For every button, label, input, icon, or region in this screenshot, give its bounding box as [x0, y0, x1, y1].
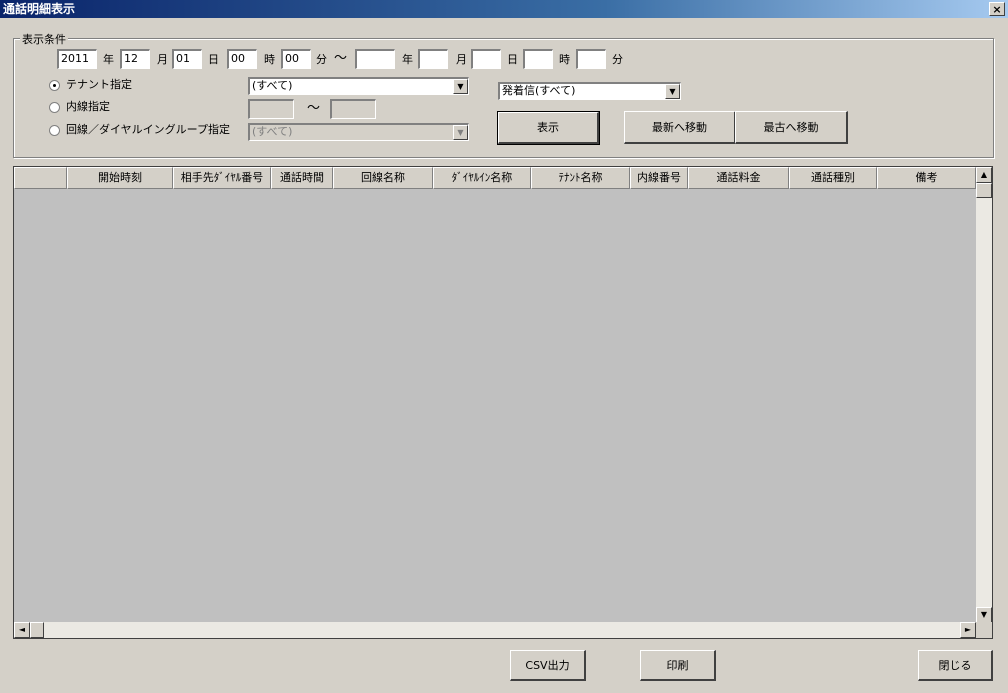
from-hour-input[interactable]: 00	[227, 49, 257, 69]
to-hour-unit: 時	[559, 53, 570, 66]
direction-select[interactable]: 発着信(すべて) ▼	[498, 82, 681, 100]
from-year-input[interactable]: 2011	[57, 49, 97, 69]
extension-tilde: ～	[307, 101, 321, 116]
column-header-start-time[interactable]: 開始時刻	[67, 167, 173, 189]
latest-button[interactable]: 最新へ移動	[624, 111, 736, 144]
column-header-dialin-name[interactable]: ﾀﾞｲﾔﾙｲﾝ名称	[433, 167, 531, 189]
from-day-input[interactable]: 01	[172, 49, 202, 69]
to-hour-input[interactable]	[523, 49, 553, 69]
from-minute-unit: 分	[316, 53, 327, 66]
to-month-input[interactable]	[418, 49, 448, 69]
line-group-select-value: (すべて)	[252, 125, 293, 138]
from-month-unit: 月	[157, 53, 168, 66]
to-year-input[interactable]	[355, 49, 395, 69]
from-day-unit: 日	[208, 53, 219, 66]
tenant-select[interactable]: (すべて) ▼	[248, 77, 469, 95]
column-header-remarks[interactable]: 備考	[877, 167, 976, 189]
column-header-call-type[interactable]: 通話種別	[789, 167, 877, 189]
chevron-down-icon[interactable]: ▼	[453, 125, 468, 140]
chevron-down-icon[interactable]: ▼	[665, 84, 680, 99]
column-header-line-name[interactable]: 回線名称	[333, 167, 433, 189]
horizontal-scroll-thumb[interactable]	[30, 622, 44, 638]
column-header-row-select[interactable]	[14, 167, 67, 189]
tenant-label: テナント指定	[66, 78, 132, 91]
call-detail-grid[interactable]: 開始時刻 相手先ﾀﾞｲﾔﾙ番号 通話時間 回線名称 ﾀﾞｲﾔﾙｲﾝ名称 ﾃﾅﾝﾄ…	[13, 166, 993, 639]
tenant-select-value: (すべて)	[252, 79, 293, 92]
window-title: 通話明細表示	[3, 2, 76, 16]
horizontal-scrollbar[interactable]: ◄ ►	[14, 622, 976, 638]
to-day-input[interactable]	[471, 49, 501, 69]
range-tilde: ～	[334, 51, 348, 66]
to-minute-input[interactable]	[576, 49, 606, 69]
extension-to-input[interactable]	[330, 99, 376, 119]
scrollbar-corner	[976, 622, 992, 638]
scroll-right-icon[interactable]: ►	[960, 622, 976, 638]
scroll-down-icon[interactable]: ▼	[976, 607, 992, 623]
scroll-up-icon[interactable]: ▲	[976, 167, 992, 183]
vertical-scrollbar[interactable]: ▲ ▼	[976, 167, 992, 623]
close-button[interactable]: 閉じる	[918, 650, 993, 681]
close-icon: ×	[992, 3, 1002, 16]
from-hour-unit: 時	[264, 53, 275, 66]
extension-label: 内線指定	[66, 100, 110, 113]
grid-header: 開始時刻 相手先ﾀﾞｲﾔﾙ番号 通話時間 回線名称 ﾀﾞｲﾔﾙｲﾝ名称 ﾃﾅﾝﾄ…	[14, 167, 976, 189]
from-minute-input[interactable]: 00	[281, 49, 311, 69]
oldest-button[interactable]: 最古へ移動	[735, 111, 848, 144]
extension-from-input[interactable]	[248, 99, 294, 119]
to-minute-unit: 分	[612, 53, 623, 66]
scroll-left-icon[interactable]: ◄	[14, 622, 30, 638]
print-button[interactable]: 印刷	[640, 650, 716, 681]
tenant-radio[interactable]	[49, 80, 60, 91]
close-window-button[interactable]: ×	[989, 2, 1005, 16]
extension-radio[interactable]	[49, 102, 60, 113]
column-header-dial-number[interactable]: 相手先ﾀﾞｲﾔﾙ番号	[173, 167, 271, 189]
from-month-input[interactable]: 12	[120, 49, 150, 69]
line-group-label: 回線／ダイヤルイングループ指定	[66, 123, 231, 136]
column-header-extension[interactable]: 内線番号	[630, 167, 688, 189]
chevron-down-icon[interactable]: ▼	[453, 79, 468, 94]
csv-export-button[interactable]: CSV出力	[510, 650, 586, 681]
conditions-legend: 表示条件	[20, 31, 68, 47]
line-group-select[interactable]: (すべて) ▼	[248, 123, 469, 141]
title-bar: 通話明細表示 ×	[0, 0, 1008, 18]
column-header-charge[interactable]: 通話料金	[688, 167, 789, 189]
from-year-unit: 年	[103, 53, 114, 66]
to-day-unit: 日	[507, 53, 518, 66]
to-month-unit: 月	[456, 53, 467, 66]
column-header-duration[interactable]: 通話時間	[271, 167, 333, 189]
direction-select-value: 発着信(すべて)	[502, 84, 576, 97]
column-header-tenant-name[interactable]: ﾃﾅﾝﾄ名称	[531, 167, 630, 189]
line-group-radio[interactable]	[49, 125, 60, 136]
display-button[interactable]: 表示	[497, 111, 600, 145]
to-year-unit: 年	[402, 53, 413, 66]
vertical-scroll-thumb[interactable]	[976, 183, 992, 198]
